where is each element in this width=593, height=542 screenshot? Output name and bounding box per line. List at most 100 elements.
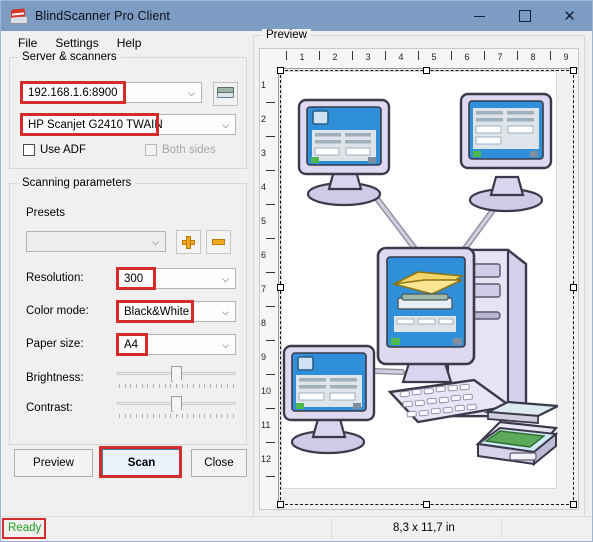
brightness-label: Brightness: bbox=[26, 372, 84, 384]
color-mode-label: Color mode: bbox=[26, 305, 89, 317]
paper-size-value: A4 bbox=[124, 338, 139, 351]
brightness-slider[interactable] bbox=[117, 366, 236, 382]
use-adf-label: Use ADF bbox=[40, 144, 87, 156]
preview-button[interactable]: Preview bbox=[14, 449, 93, 477]
refresh-scanners-button[interactable] bbox=[213, 82, 238, 106]
selection-handle-w[interactable] bbox=[277, 283, 284, 291]
ruler-h-tick: 3 bbox=[365, 52, 371, 62]
maximize-button[interactable] bbox=[502, 1, 547, 31]
menu-item-settings[interactable]: Settings bbox=[46, 34, 107, 52]
status-separator bbox=[501, 519, 502, 539]
action-buttons: Preview Scan Close bbox=[9, 446, 247, 478]
scanning-parameters-group: Scanning parameters Presets ⌵ Resolution… bbox=[9, 177, 247, 445]
minus-icon bbox=[212, 239, 225, 245]
selection-handle-s[interactable] bbox=[423, 501, 430, 508]
ruler-h-tick: 4 bbox=[398, 52, 404, 62]
chevron-down-icon: ⌵ bbox=[222, 274, 229, 284]
menu-item-help[interactable]: Help bbox=[108, 34, 151, 52]
window-title: BlindScanner Pro Client bbox=[35, 9, 171, 23]
chevron-down-icon: ⌵ bbox=[222, 307, 229, 317]
resolution-value: 300 bbox=[124, 272, 144, 285]
ruler-h-tick: 2 bbox=[332, 52, 338, 62]
status-separator bbox=[331, 519, 332, 539]
checkbox-box bbox=[23, 144, 35, 156]
scanner-icon bbox=[217, 87, 234, 98]
scanning-parameters-legend: Scanning parameters bbox=[18, 177, 136, 189]
ruler-h-tick: 1 bbox=[299, 52, 305, 62]
paper-size-label: Paper size: bbox=[26, 338, 84, 350]
minimize-button[interactable] bbox=[457, 1, 502, 31]
preview-canvas[interactable]: \u23fb bbox=[277, 67, 578, 509]
resolution-label: Resolution: bbox=[26, 272, 84, 284]
use-adf-checkbox[interactable]: Use ADF bbox=[23, 144, 86, 156]
selection-handle-n[interactable] bbox=[423, 67, 430, 74]
preview-pane[interactable]: 1 2 3 4 5 6 7 8 9 1 2 3 4 5 6 7 8 9 10 1… bbox=[259, 48, 579, 510]
ruler-v-tick: 3 bbox=[261, 148, 267, 158]
ruler-h-tick: 6 bbox=[464, 52, 470, 62]
scanner-device-value: HP Scanjet G2410 TWAIN bbox=[28, 118, 163, 131]
server-address-value: 192.168.1.6:8900 bbox=[28, 86, 118, 99]
ruler-v-tick: 10 bbox=[261, 386, 272, 396]
menu-item-file[interactable]: File bbox=[9, 34, 46, 52]
selection-rectangle[interactable] bbox=[277, 67, 577, 508]
ruler-h-tick: 8 bbox=[530, 52, 536, 62]
contrast-label: Contrast: bbox=[26, 402, 73, 414]
chevron-down-icon: ⌵ bbox=[188, 88, 195, 98]
brightness-ticks bbox=[119, 384, 234, 388]
preview-legend: Preview bbox=[262, 29, 311, 41]
status-bar: Ready 8,3 x 11,7 in bbox=[1, 516, 592, 541]
close-button[interactable]: ✕ bbox=[547, 1, 592, 31]
close-button-bottom[interactable]: Close bbox=[191, 449, 247, 477]
application-window: BlindScanner Pro Client ✕ File Settings … bbox=[0, 0, 593, 542]
presets-label: Presets bbox=[26, 207, 65, 219]
color-mode-value: Black&White bbox=[124, 305, 190, 318]
selection-handle-nw[interactable] bbox=[277, 67, 284, 74]
close-icon: ✕ bbox=[563, 7, 576, 25]
ruler-v-tick: 8 bbox=[261, 318, 267, 328]
paper-size-combo[interactable]: A4 ⌵ bbox=[117, 334, 236, 355]
selection-handle-se[interactable] bbox=[570, 501, 577, 508]
selection-handle-sw[interactable] bbox=[277, 501, 284, 508]
ruler-h-tick: 5 bbox=[431, 52, 437, 62]
remove-preset-button[interactable] bbox=[206, 230, 231, 254]
scanner-device-combo[interactable]: HP Scanjet G2410 TWAIN ⌵ bbox=[21, 114, 236, 135]
ruler-v-tick: 6 bbox=[261, 250, 267, 260]
contrast-ticks bbox=[119, 414, 234, 418]
page-size-text: 8,3 x 11,7 in bbox=[393, 522, 455, 534]
server-address-combo[interactable]: 192.168.1.6:8900 ⌵ bbox=[21, 82, 202, 103]
ruler-horizontal: 1 2 3 4 5 6 7 8 9 bbox=[278, 49, 578, 69]
color-mode-combo[interactable]: Black&White ⌵ bbox=[117, 301, 236, 322]
ruler-v-tick: 11 bbox=[261, 420, 271, 430]
ruler-v-tick: 9 bbox=[261, 352, 267, 362]
chevron-down-icon: ⌵ bbox=[222, 120, 229, 130]
both-sides-label: Both sides bbox=[162, 144, 216, 156]
slider-thumb[interactable] bbox=[171, 366, 182, 382]
slider-thumb[interactable] bbox=[171, 396, 182, 412]
server-scanners-legend: Server & scanners bbox=[18, 51, 121, 63]
ruler-h-tick: 9 bbox=[563, 52, 569, 62]
checkbox-box bbox=[145, 144, 157, 156]
scanner-app-icon bbox=[9, 7, 28, 25]
window-controls: ✕ bbox=[457, 1, 592, 31]
presets-combo[interactable]: ⌵ bbox=[26, 231, 166, 252]
ruler-v-tick: 5 bbox=[261, 216, 267, 226]
ruler-v-tick: 7 bbox=[261, 284, 267, 294]
ruler-h-tick: 7 bbox=[497, 52, 503, 62]
contrast-slider[interactable] bbox=[117, 396, 236, 412]
settings-column: Server & scanners 192.168.1.6:8900 ⌵ HP … bbox=[9, 51, 247, 445]
chevron-down-icon: ⌵ bbox=[222, 340, 229, 350]
ruler-v-tick: 12 bbox=[261, 454, 272, 464]
preview-group: Preview 1 2 3 4 5 6 7 8 9 1 2 3 4 5 6 7 … bbox=[253, 29, 585, 517]
both-sides-checkbox: Both sides bbox=[145, 144, 216, 156]
selection-handle-e[interactable] bbox=[570, 283, 577, 291]
plus-icon bbox=[182, 235, 195, 249]
add-preset-button[interactable] bbox=[176, 230, 201, 254]
ruler-v-tick: 2 bbox=[261, 114, 267, 124]
server-scanners-group: Server & scanners 192.168.1.6:8900 ⌵ HP … bbox=[9, 51, 247, 169]
selection-handle-ne[interactable] bbox=[570, 67, 577, 74]
scan-button[interactable]: Scan bbox=[102, 449, 181, 477]
resolution-combo[interactable]: 300 ⌵ bbox=[117, 268, 236, 289]
ruler-v-tick: 1 bbox=[261, 80, 267, 90]
status-highlight bbox=[2, 518, 46, 539]
chevron-down-icon: ⌵ bbox=[152, 237, 159, 247]
